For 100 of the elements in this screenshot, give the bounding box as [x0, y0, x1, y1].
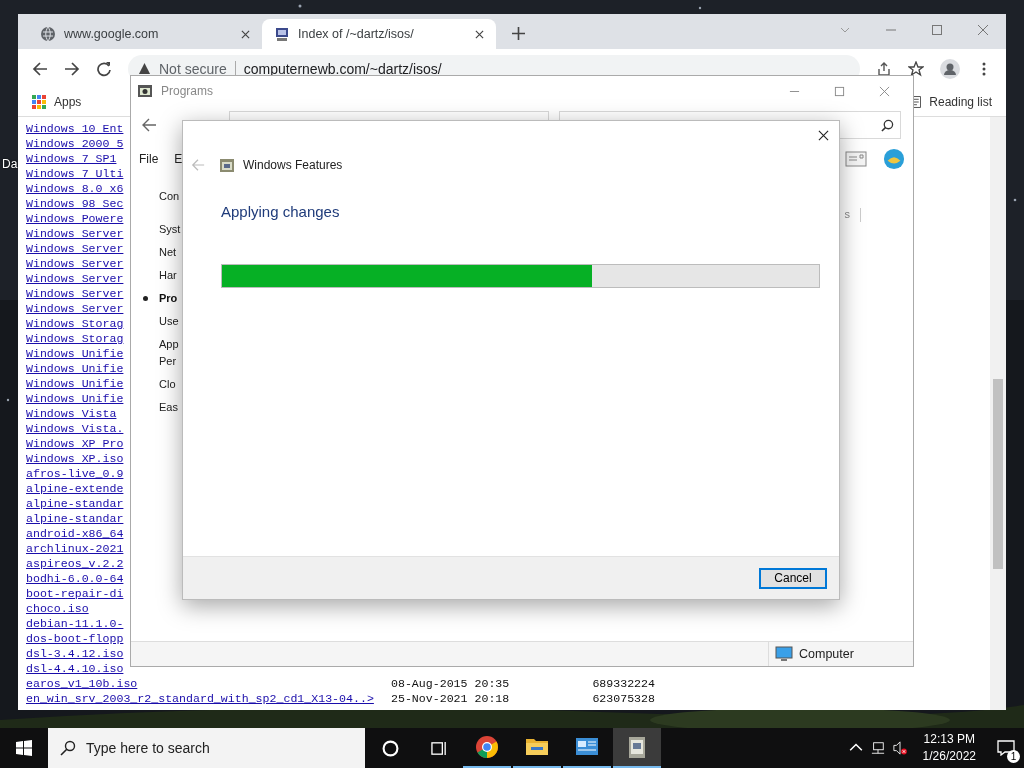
sidebar-item[interactable]: Clo — [131, 376, 176, 393]
file-link[interactable]: bodhi-6.0.0-64 — [26, 571, 124, 586]
file-link[interactable]: Windows Server — [26, 256, 124, 271]
file-link[interactable]: Windows Server — [26, 271, 124, 286]
back-icon[interactable] — [32, 60, 48, 77]
file-link[interactable]: Windows Unifie — [26, 361, 124, 376]
desktop-icon-label[interactable]: Da — [2, 157, 18, 171]
sidebar-item[interactable]: Net — [131, 244, 177, 261]
file-link[interactable]: earos_v1_10b.iso — [26, 676, 138, 691]
file-link[interactable]: dos-boot-flopp — [26, 631, 124, 646]
file-link[interactable]: boot-repair-di — [26, 586, 124, 601]
file-link[interactable]: Windows Powere — [26, 211, 124, 226]
link-text[interactable]: s — [844, 208, 861, 222]
forward-icon[interactable] — [64, 60, 80, 77]
search-icon — [60, 740, 76, 756]
notification-count: 1 — [1007, 750, 1020, 763]
browser-tab[interactable]: www.google.com — [28, 19, 262, 50]
status-heading: Applying changes — [221, 203, 341, 220]
file-link[interactable]: Windows 7 SP1 — [26, 151, 117, 166]
profile-icon[interactable] — [940, 58, 960, 79]
sidebar-item[interactable]: Har — [131, 267, 177, 284]
sidebar-item[interactable]: Con — [131, 188, 180, 205]
cancel-button[interactable]: Cancel — [759, 567, 827, 589]
new-tab-icon[interactable] — [512, 27, 525, 41]
file-link[interactable]: Windows Server — [26, 226, 124, 241]
file-link[interactable]: Windows Vista. — [26, 421, 124, 436]
maximize-icon[interactable] — [931, 24, 943, 37]
monitor-icon — [775, 646, 793, 662]
file-link[interactable]: Windows Storag — [26, 331, 124, 346]
status-item: Computer — [768, 642, 913, 666]
file-link[interactable]: alpine-standar — [26, 511, 124, 526]
features-icon — [219, 157, 235, 173]
file-size: 689332224 — [592, 676, 655, 691]
file-link[interactable]: archlinux-2021 — [26, 541, 124, 556]
menu-item[interactable]: E — [174, 152, 183, 166]
taskbar-app[interactable] — [613, 728, 661, 768]
reload-icon[interactable] — [96, 60, 112, 77]
file-link[interactable]: Windows Unifie — [26, 346, 124, 361]
scrollbar[interactable] — [990, 117, 1006, 710]
windows-logo-icon[interactable] — [16, 740, 32, 756]
sidebar-item[interactable]: Use — [131, 313, 179, 330]
sidebar-item[interactable]: Syst — [131, 221, 181, 238]
star-icon[interactable] — [908, 60, 924, 77]
globe-icon[interactable] — [883, 148, 905, 170]
sidebar-item[interactable]: Eas — [131, 399, 178, 416]
file-link[interactable]: Windows Vista — [26, 406, 117, 421]
notifications-button[interactable]: 1 — [988, 728, 1024, 768]
file-link[interactable]: Windows Server — [26, 241, 124, 256]
apps-grid-icon — [32, 95, 46, 110]
computer-icon — [274, 26, 290, 43]
file-link[interactable]: alpine-standar — [26, 496, 124, 511]
scrollbar-thumb[interactable] — [993, 378, 1003, 569]
file-link[interactable]: Windows Unifie — [26, 376, 124, 391]
file-link[interactable]: dsl-3.4.12.iso — [26, 646, 124, 661]
search-icon — [881, 118, 894, 132]
close-icon[interactable] — [475, 29, 484, 39]
file-size: 623075328 — [592, 691, 655, 706]
control-panel-icon — [137, 83, 153, 99]
file-date: 08-Aug-2015 20:35 — [391, 676, 510, 691]
warning-icon — [138, 62, 151, 76]
window-title: Programs — [161, 84, 213, 98]
share-icon[interactable] — [876, 60, 892, 77]
file-link[interactable]: en_win_srv_2003_r2_standard_with_sp2_cd1_X13-04..> — [26, 691, 374, 706]
file-link[interactable]: android-x86_64 — [26, 526, 124, 541]
sidebar-item[interactable]: Pro — [131, 290, 178, 307]
file-link[interactable]: Windows 10 Ent — [26, 121, 124, 136]
file-link[interactable]: aspireos_v.2.2 — [26, 556, 124, 571]
search-field[interactable]: Type here to search — [48, 728, 365, 768]
file-link[interactable]: debian-11.1.0- — [26, 616, 124, 631]
file-link[interactable]: Windows Server — [26, 301, 124, 316]
file-link[interactable]: afros-live_0.9 — [26, 466, 124, 481]
cortana-icon[interactable] — [382, 739, 399, 757]
file-link[interactable]: alpine-extende — [26, 481, 124, 496]
maximize-icon[interactable] — [834, 85, 845, 97]
file-link[interactable]: Windows 7 Ulti — [26, 166, 124, 181]
file-link[interactable]: Windows 98 Sec — [26, 196, 124, 211]
close-icon[interactable] — [818, 130, 829, 141]
browser-tab[interactable]: Index of /~dartz/isos/ — [262, 19, 496, 50]
apps-shortcut[interactable]: Apps — [32, 95, 82, 110]
network-icon[interactable] — [870, 741, 885, 755]
sidebar-item[interactable]: App Per — [131, 336, 179, 370]
dialog-title: Windows Features — [243, 158, 343, 172]
volume-muted-icon[interactable] — [892, 741, 907, 755]
globe-icon — [40, 26, 56, 43]
file-link[interactable]: choco.iso — [26, 601, 89, 616]
task-view-icon[interactable] — [431, 739, 448, 757]
file-link[interactable]: Windows Server — [26, 286, 124, 301]
close-icon[interactable] — [241, 29, 250, 39]
file-link[interactable]: Windows XP.iso — [26, 451, 124, 466]
file-link[interactable]: Windows 2000 5 — [26, 136, 124, 151]
file-link[interactable]: dsl-4.4.10.iso — [26, 661, 124, 676]
menu-item[interactable]: File — [139, 152, 159, 166]
file-link[interactable]: Windows Storag — [26, 316, 124, 331]
clock[interactable]: 12:13 PM 1/26/2022 — [922, 731, 976, 765]
back-icon[interactable] — [141, 117, 157, 133]
file-link[interactable]: Windows XP Pro — [26, 436, 124, 451]
file-date: 25-Nov-2021 20:18 — [391, 691, 510, 706]
chrome-icon — [475, 735, 499, 759]
file-link[interactable]: Windows Unifie — [26, 391, 124, 406]
file-link[interactable]: Windows 8.0 x6 — [26, 181, 124, 196]
